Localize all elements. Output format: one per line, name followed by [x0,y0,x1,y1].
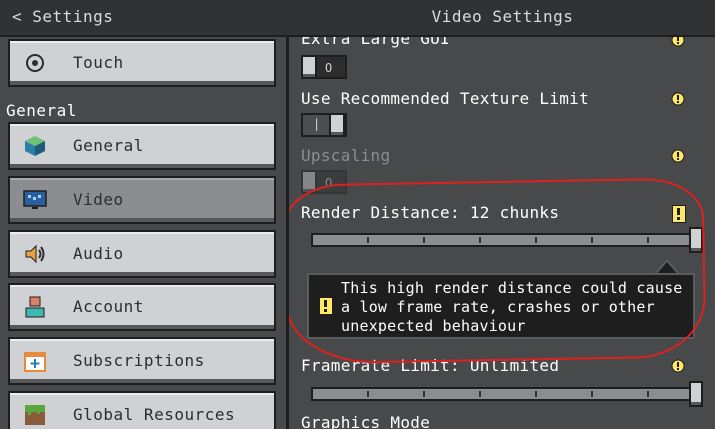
page-title: Video Settings [431,7,574,26]
sidebar-item-global-resources[interactable]: Global Resources [8,391,276,429]
toggle-off-mark: O [325,176,333,190]
warning-text: This high render distance could cause a … [341,279,683,335]
person-icon [25,296,45,318]
extra-large-gui-label: Extra Large GUI [301,37,450,48]
sidebar-item-label: Subscriptions [73,351,205,370]
sidebar-item-label: Audio [73,244,124,263]
sidebar-item-touch[interactable]: Touch [8,39,276,87]
framerate-limit-label: Framerate Limit: Unlimited [301,356,560,375]
settings-panel: Extra Large GUI O Use Recommended Textur… [289,37,715,429]
top-bar: < Settings Video Settings [0,0,715,37]
slider-tick [367,237,369,243]
render-distance-warning-tooltip: This high render distance could cause a … [307,273,695,339]
cube-icon [25,136,45,156]
touch-icon [26,54,44,72]
calendar-plus-icon [24,352,46,372]
toggle-knob [329,113,345,137]
render-distance-slider[interactable] [311,227,703,253]
info-icon[interactable] [671,359,685,373]
render-distance-label: Render Distance: 12 chunks [301,203,560,222]
sidebar-item-general[interactable]: General [8,122,276,170]
graphics-mode-label: Graphics Mode [301,413,431,429]
texture-limit-toggle[interactable]: | [301,113,347,137]
slider-tick [423,237,425,243]
sidebar: Touch General General Video Audio Accoun… [0,37,289,429]
warning-icon[interactable] [672,205,686,223]
toggle-knob [301,170,317,194]
slider-tick [479,391,481,397]
slider-tick [479,237,481,243]
sidebar-item-label: Video [73,190,124,209]
upscaling-toggle[interactable]: O [301,170,347,194]
slider-tick [647,237,649,243]
sidebar-item-label: Touch [73,53,124,72]
sidebar-item-audio[interactable]: Audio [8,230,276,278]
slider-tick [367,391,369,397]
slider-tick [591,391,593,397]
extra-large-gui-toggle[interactable]: O [301,55,347,79]
section-heading-general: General [6,101,77,120]
sidebar-item-subscriptions[interactable]: Subscriptions [8,337,276,385]
info-icon[interactable] [671,92,685,106]
toggle-knob [301,55,317,79]
grass-block-icon [25,405,45,425]
slider-tick [535,391,537,397]
sidebar-item-label: General [73,136,144,155]
speaker-icon [25,244,45,264]
info-icon[interactable] [671,149,685,163]
slider-thumb[interactable] [689,227,703,253]
toggle-on-mark: | [313,117,321,131]
upscaling-label: Upscaling [301,146,391,165]
slider-tick [423,391,425,397]
info-icon[interactable] [671,37,685,47]
warning-icon [319,297,333,315]
toggle-off-mark: O [325,61,333,75]
slider-tick [647,391,649,397]
sidebar-item-video[interactable]: Video [8,176,276,224]
texture-limit-label: Use Recommended Texture Limit [301,89,590,108]
monitor-icon [23,190,47,209]
slider-tick [535,237,537,243]
sidebar-item-label: Account [73,297,144,316]
slider-thumb[interactable] [689,381,703,407]
sidebar-item-account[interactable]: Account [8,283,276,331]
framerate-limit-slider[interactable] [311,381,703,407]
sidebar-item-label: Global Resources [73,405,236,424]
slider-tick [591,237,593,243]
